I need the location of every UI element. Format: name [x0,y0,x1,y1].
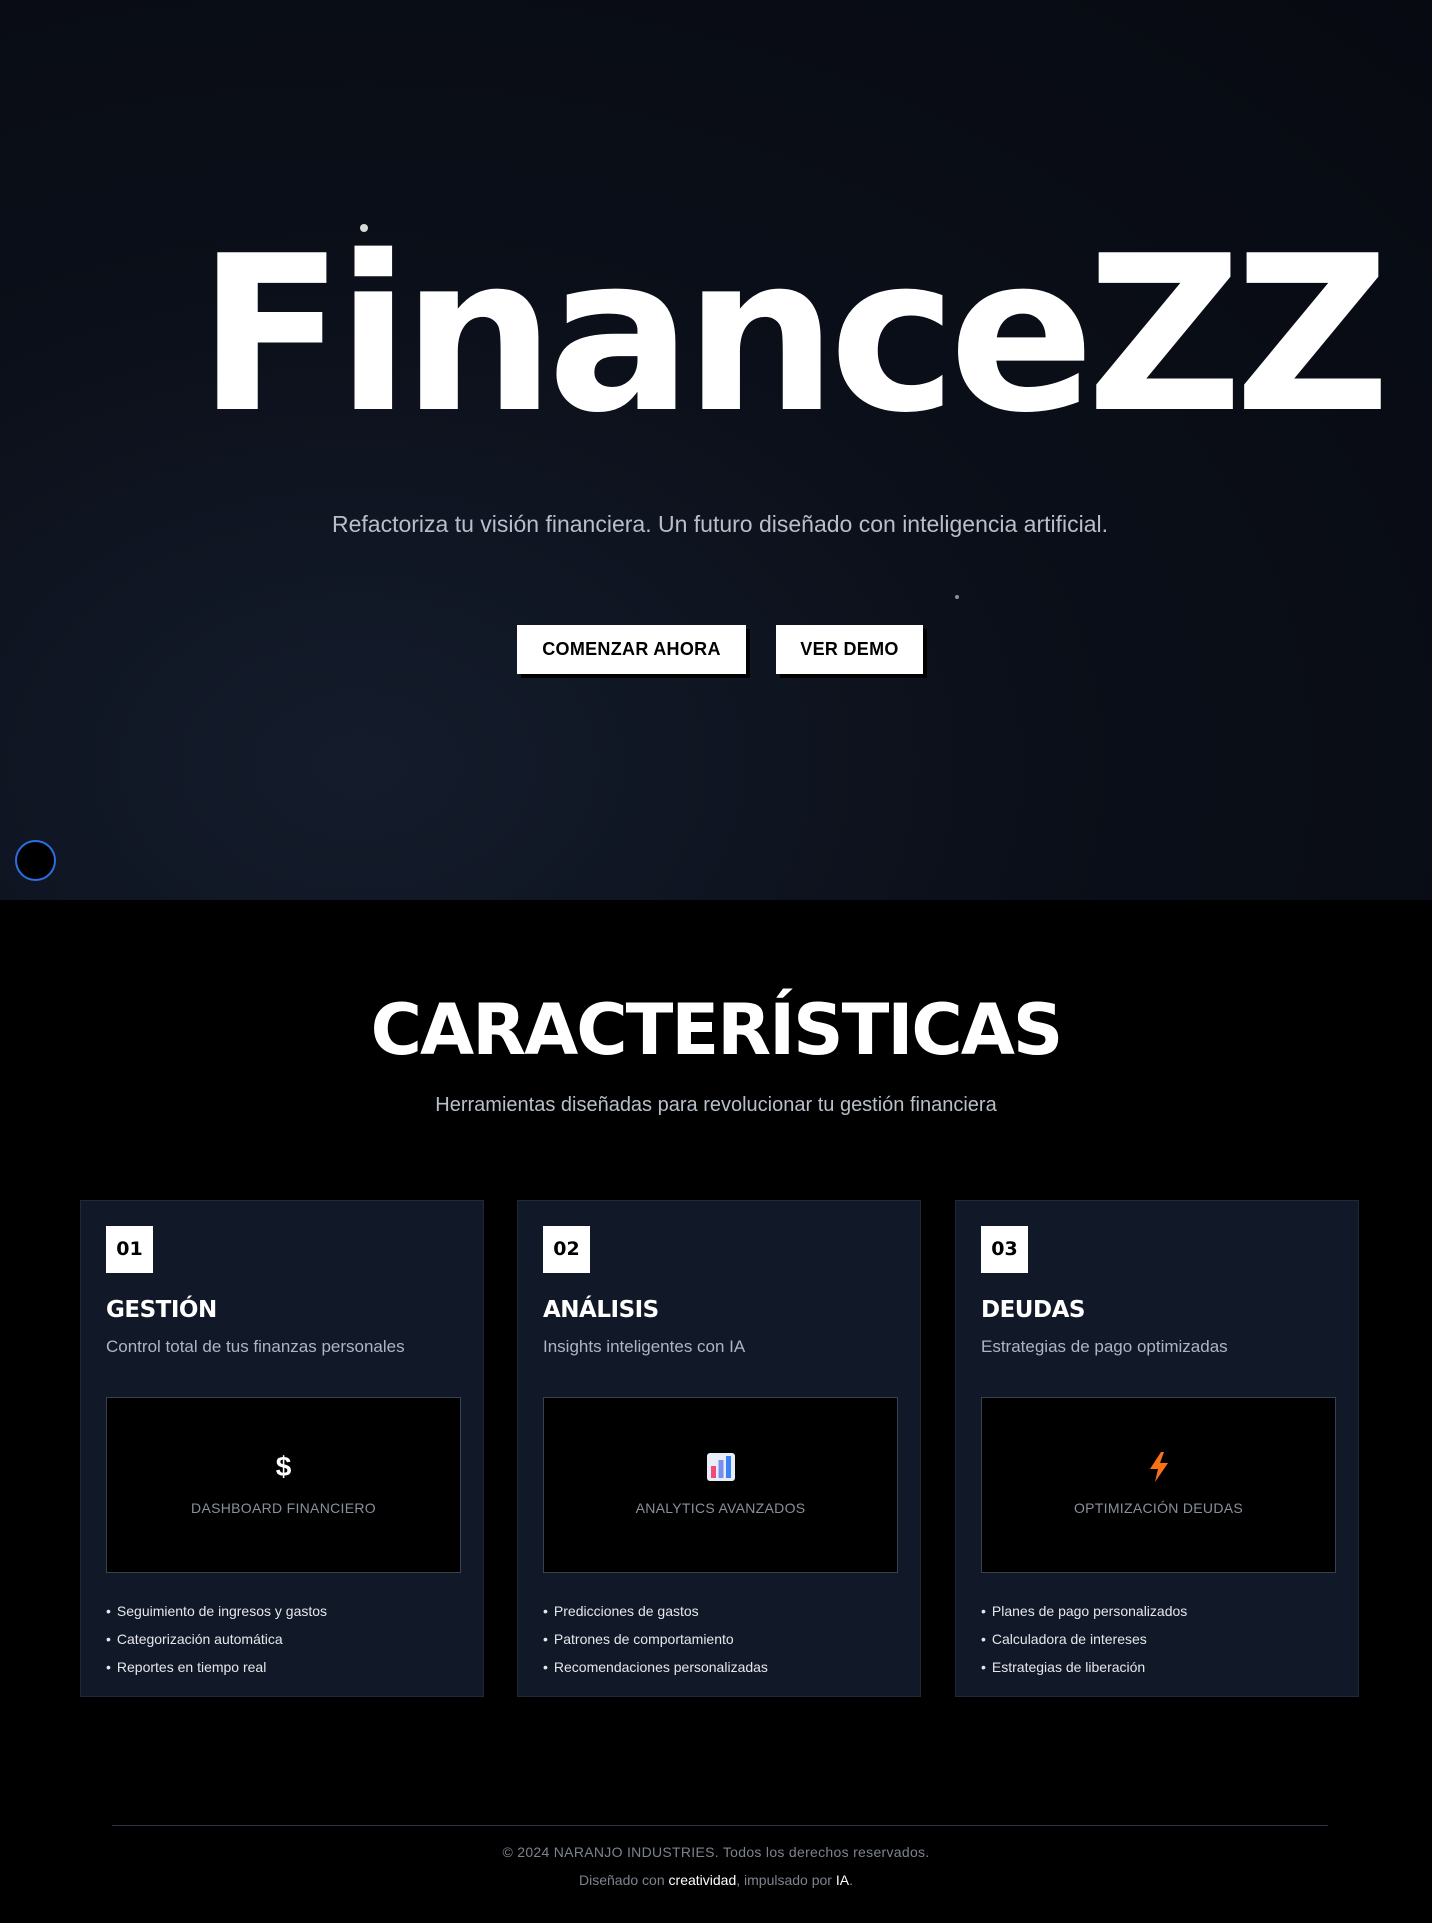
feature-card-deudas: 03 DEUDAS Estrategias de pago optimizada… [955,1200,1359,1697]
card-number: 01 [106,1226,153,1273]
card-title: DEUDAS [981,1297,1085,1323]
feature-card-analisis: 02 ANÁLISIS Insights inteligentes con IA… [517,1200,921,1697]
list-item: Estrategias de liberación [981,1653,1187,1681]
hero-tagline: Refactoriza tu visión financiera. Un fut… [331,511,1109,537]
footer-copyright: © 2024 NARANJO INDUSTRIES. Todos los der… [502,1844,930,1860]
dollar-icon: $ [275,1451,292,1482]
feature-list: Planes de pago personalizados Calculador… [981,1597,1187,1681]
view-demo-button[interactable]: VER DEMO [776,625,923,674]
decorative-dot [955,595,959,599]
credit-prefix: Diseñado con [579,1872,669,1888]
lightning-icon [982,1450,1335,1483]
features-title: CARACTERÍSTICAS [370,989,1064,1071]
credit-highlight-creatividad: creatividad [668,1872,737,1888]
card-number: 03 [981,1226,1028,1273]
bar-chart-icon [544,1450,897,1482]
credit-middle: , impulsado por [736,1872,836,1888]
card-preview: $ DASHBOARD FINANCIERO [106,1397,461,1573]
card-preview: OPTIMIZACIÓN DEUDAS [981,1397,1336,1573]
footer-credit: Diseñado con creatividad, impulsado por … [0,1868,1432,1892]
preview-label: DASHBOARD FINANCIERO [191,1500,376,1516]
list-item: Seguimiento de ingresos y gastos [106,1597,327,1625]
list-item: Patrones de comportamiento [543,1625,768,1653]
card-title: GESTIÓN [106,1297,217,1323]
card-number: 02 [543,1226,590,1273]
feature-list: Predicciones de gastos Patrones de compo… [543,1597,768,1681]
preview-label: ANALYTICS AVANZADOS [635,1500,806,1516]
theme-toggle-button[interactable] [15,840,56,881]
list-item: Planes de pago personalizados [981,1597,1187,1625]
list-item: Calculadora de intereses [981,1625,1187,1653]
features-subtitle: Herramientas diseñadas para revolucionar… [435,1094,997,1116]
footer-divider [112,1825,1328,1826]
list-item: Reportes en tiempo real [106,1653,327,1681]
preview-label: OPTIMIZACIÓN DEUDAS [1073,1500,1244,1516]
hero-section: FinanceZZ Refactoriza tu visión financie… [0,0,1432,900]
start-now-button[interactable]: COMENZAR AHORA [517,625,746,674]
list-item: Predicciones de gastos [543,1597,768,1625]
feature-card-gestion: 01 GESTIÓN Control total de tus finanzas… [80,1200,484,1697]
brand-title: FinanceZZ [197,209,1391,460]
credit-highlight-ia: IA [835,1872,850,1888]
list-item: Recomendaciones personalizadas [543,1653,768,1681]
card-description: Control total de tus finanzas personales [106,1337,405,1356]
card-preview: ANALYTICS AVANZADOS [543,1397,898,1573]
list-item: Categorización automática [106,1625,327,1653]
card-description: Estrategias de pago optimizadas [981,1337,1228,1356]
card-description: Insights inteligentes con IA [543,1337,746,1356]
card-title: ANÁLISIS [543,1297,659,1323]
credit-suffix: . [849,1872,853,1888]
feature-list: Seguimiento de ingresos y gastos Categor… [106,1597,327,1681]
